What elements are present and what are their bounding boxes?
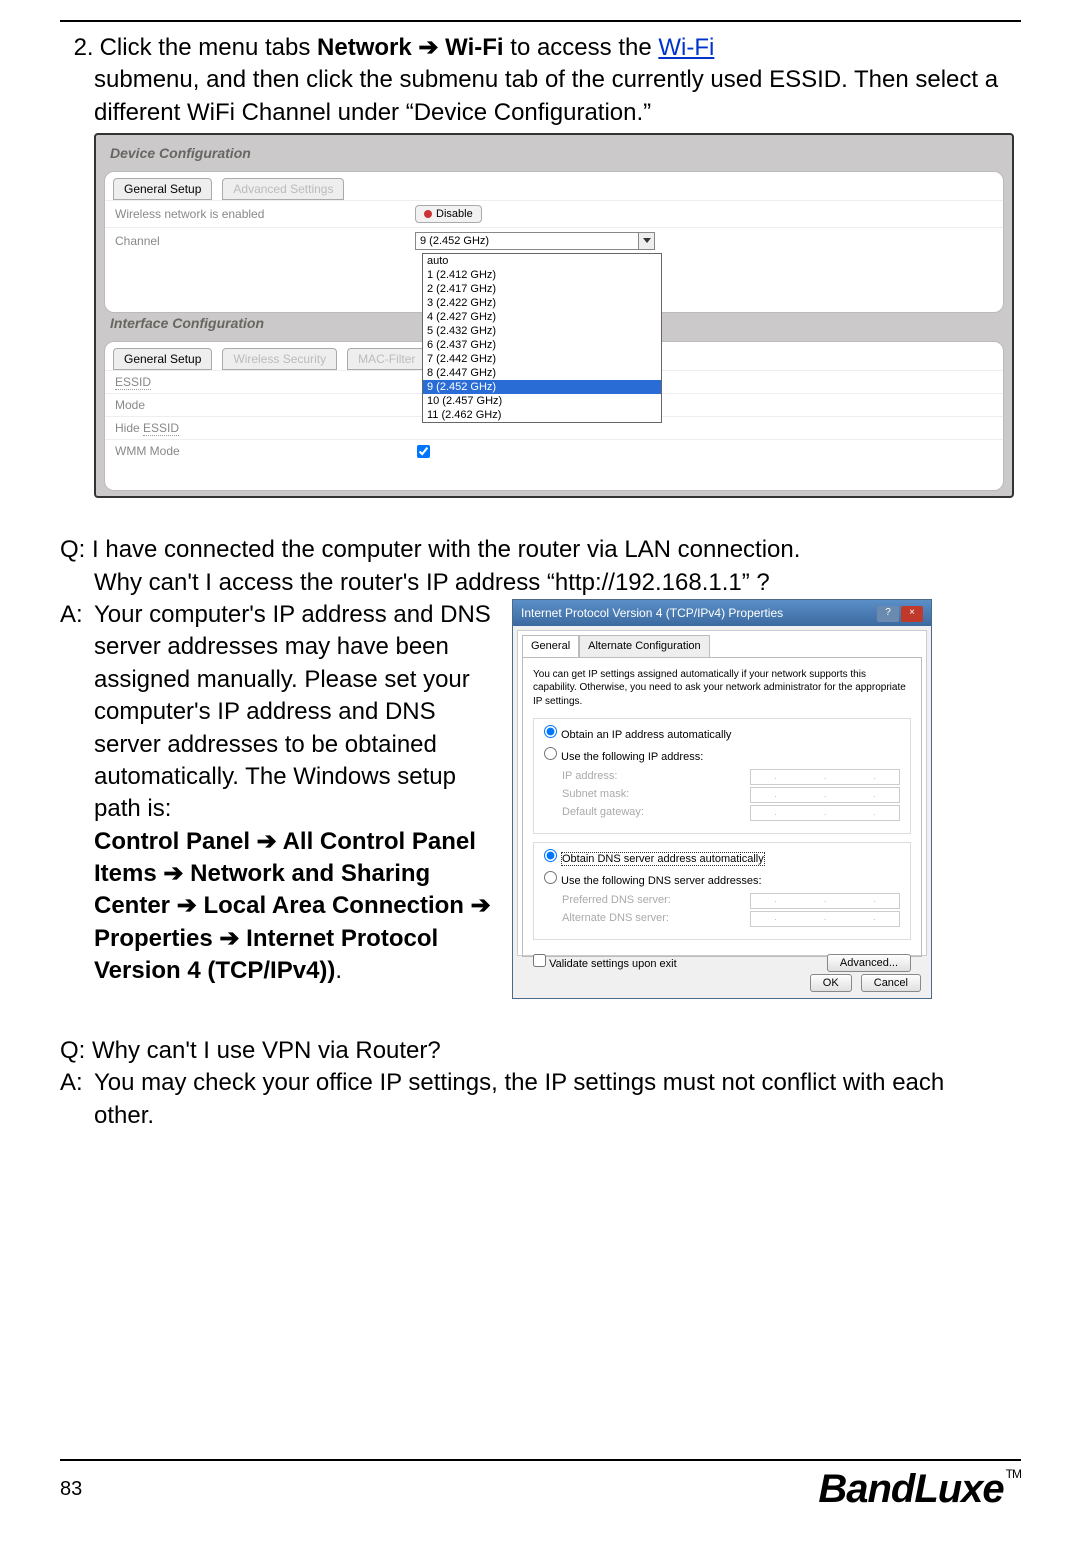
disable-button[interactable]: Disable <box>415 205 482 223</box>
ip-address-field[interactable]: ... <box>750 769 900 785</box>
device-config-title: Device Configuration <box>110 145 251 161</box>
advanced-button[interactable]: Advanced... <box>827 954 911 972</box>
channel-label: Channel <box>115 234 415 248</box>
channel-option[interactable]: 6 (2.437 GHz) <box>423 338 661 352</box>
channel-option[interactable]: 3 (2.422 GHz) <box>423 296 661 310</box>
tab-general-setup[interactable]: General Setup <box>113 178 212 200</box>
preferred-dns-label: Preferred DNS server: <box>562 893 671 909</box>
hide-essid-label: Hide ESSID <box>115 421 415 435</box>
channel-option[interactable]: 7 (2.442 GHz) <box>423 352 661 366</box>
preferred-dns-field[interactable]: ... <box>750 893 900 909</box>
top-rule <box>60 20 1021 22</box>
channel-option[interactable]: 10 (2.457 GHz) <box>423 394 661 408</box>
tab-advanced-settings[interactable]: Advanced Settings <box>222 178 344 200</box>
step-text-mid: to access the <box>504 34 659 61</box>
dialog-tab-alternate[interactable]: Alternate Configuration <box>579 635 710 657</box>
a2-prefix: A: <box>60 1067 94 1099</box>
channel-option-selected[interactable]: 9 (2.452 GHz) <box>423 380 661 394</box>
wifi-link[interactable]: Wi-Fi <box>658 34 714 61</box>
radio-obtain-ip-auto[interactable]: Obtain an IP address automatically <box>544 725 900 743</box>
dialog-titlebar: Internet Protocol Version 4 (TCP/IPv4) P… <box>513 600 931 626</box>
a-prefix: A: <box>60 599 94 631</box>
default-gateway-label: Default gateway: <box>562 805 644 821</box>
ip-address-label: IP address: <box>562 769 617 785</box>
wireless-enabled-label: Wireless network is enabled <box>115 207 415 221</box>
qa-section-vpn: Q: Why can't I use VPN via Router? A: Yo… <box>60 1035 1021 1132</box>
dialog-title: Internet Protocol Version 4 (TCP/IPv4) P… <box>521 605 783 621</box>
ipv4-properties-dialog: Internet Protocol Version 4 (TCP/IPv4) P… <box>512 599 932 999</box>
step-text-prefix: Click the menu tabs <box>100 34 317 61</box>
validate-checkbox[interactable]: Validate settings upon exit <box>533 954 677 972</box>
radio-obtain-dns-auto[interactable]: Obtain DNS server address automatically <box>544 849 900 867</box>
a1-body-column: Your computer's IP address and DNS serve… <box>94 599 494 988</box>
wmm-checkbox[interactable] <box>417 445 430 458</box>
radio-use-following-dns[interactable]: Use the following DNS server addresses: <box>544 871 900 889</box>
q1-line1: I have connected the computer with the r… <box>85 536 800 563</box>
step-bold-network: Network <box>317 34 418 61</box>
dialog-description: You can get IP settings assigned automat… <box>533 668 911 709</box>
help-icon[interactable]: ? <box>877 606 899 622</box>
tab2-wireless-security[interactable]: Wireless Security <box>222 348 337 370</box>
chevron-down-icon <box>638 233 654 249</box>
qa-section-lan: Q: I have connected the computer with th… <box>60 534 1021 999</box>
a1-path-bold: Control Panel ➔ All Control Panel Items … <box>94 828 491 985</box>
channel-option[interactable]: 2 (2.417 GHz) <box>423 282 661 296</box>
essid-label: ESSID <box>115 375 415 389</box>
subnet-mask-label: Subnet mask: <box>562 787 629 803</box>
router-screenshot: Device Configuration General Setup Advanc… <box>94 133 1014 498</box>
channel-option[interactable]: 5 (2.432 GHz) <box>423 324 661 338</box>
default-gateway-field[interactable]: ... <box>750 805 900 821</box>
a1-period: . <box>335 957 342 984</box>
dialog-tab-general[interactable]: General <box>522 635 579 657</box>
q2-prefix: Q: <box>60 1037 85 1064</box>
a1-body: Your computer's IP address and DNS serve… <box>94 601 491 822</box>
interface-config-title: Interface Configuration <box>110 315 264 331</box>
radio-use-following-ip[interactable]: Use the following IP address: <box>544 747 900 765</box>
arrow-icon: ➔ <box>418 34 438 61</box>
page-number: 83 <box>60 1478 82 1501</box>
mode-label: Mode <box>115 398 415 412</box>
page-footer: 83 BandLuxeTM <box>60 1459 1021 1512</box>
subnet-mask-field[interactable]: ... <box>750 787 900 803</box>
step-bold-wifi: Wi-Fi <box>439 34 504 61</box>
step-continuation: submenu, and then click the submenu tab … <box>94 64 1021 129</box>
tab2-general-setup[interactable]: General Setup <box>113 348 212 370</box>
instruction-step-2: 2.Click the menu tabs Network ➔ Wi-Fi to… <box>60 32 1021 129</box>
channel-dropdown-list[interactable]: auto 1 (2.412 GHz) 2 (2.417 GHz) 3 (2.42… <box>422 253 662 423</box>
channel-select[interactable]: 9 (2.452 GHz) <box>415 232 655 250</box>
close-icon[interactable]: × <box>901 606 923 622</box>
brand-logo: BandLuxeTM <box>818 1467 1021 1512</box>
channel-option[interactable]: 4 (2.427 GHz) <box>423 310 661 324</box>
tab2-mac-filter[interactable]: MAC-Filter <box>347 348 426 370</box>
cancel-button[interactable]: Cancel <box>861 974 921 992</box>
trademark-icon: TM <box>1006 1467 1021 1481</box>
q-prefix: Q: <box>60 536 85 563</box>
a2-body: You may check your office IP settings, t… <box>94 1067 954 1132</box>
disable-dot-icon <box>424 210 432 218</box>
channel-option[interactable]: 8 (2.447 GHz) <box>423 366 661 380</box>
q2-text: Why can't I use VPN via Router? <box>85 1037 440 1064</box>
channel-option[interactable]: 1 (2.412 GHz) <box>423 268 661 282</box>
alternate-dns-label: Alternate DNS server: <box>562 911 669 927</box>
wmm-mode-label: WMM Mode <box>115 444 415 458</box>
q1-line2: Why can't I access the router's IP addre… <box>94 567 1021 599</box>
dialog-general-pane: You can get IP settings assigned automat… <box>522 657 922 957</box>
step-number: 2. <box>60 32 94 64</box>
channel-option[interactable]: auto <box>423 254 661 268</box>
channel-option[interactable]: 11 (2.462 GHz) <box>423 408 661 422</box>
ok-button[interactable]: OK <box>810 974 852 992</box>
alternate-dns-field[interactable]: ... <box>750 911 900 927</box>
